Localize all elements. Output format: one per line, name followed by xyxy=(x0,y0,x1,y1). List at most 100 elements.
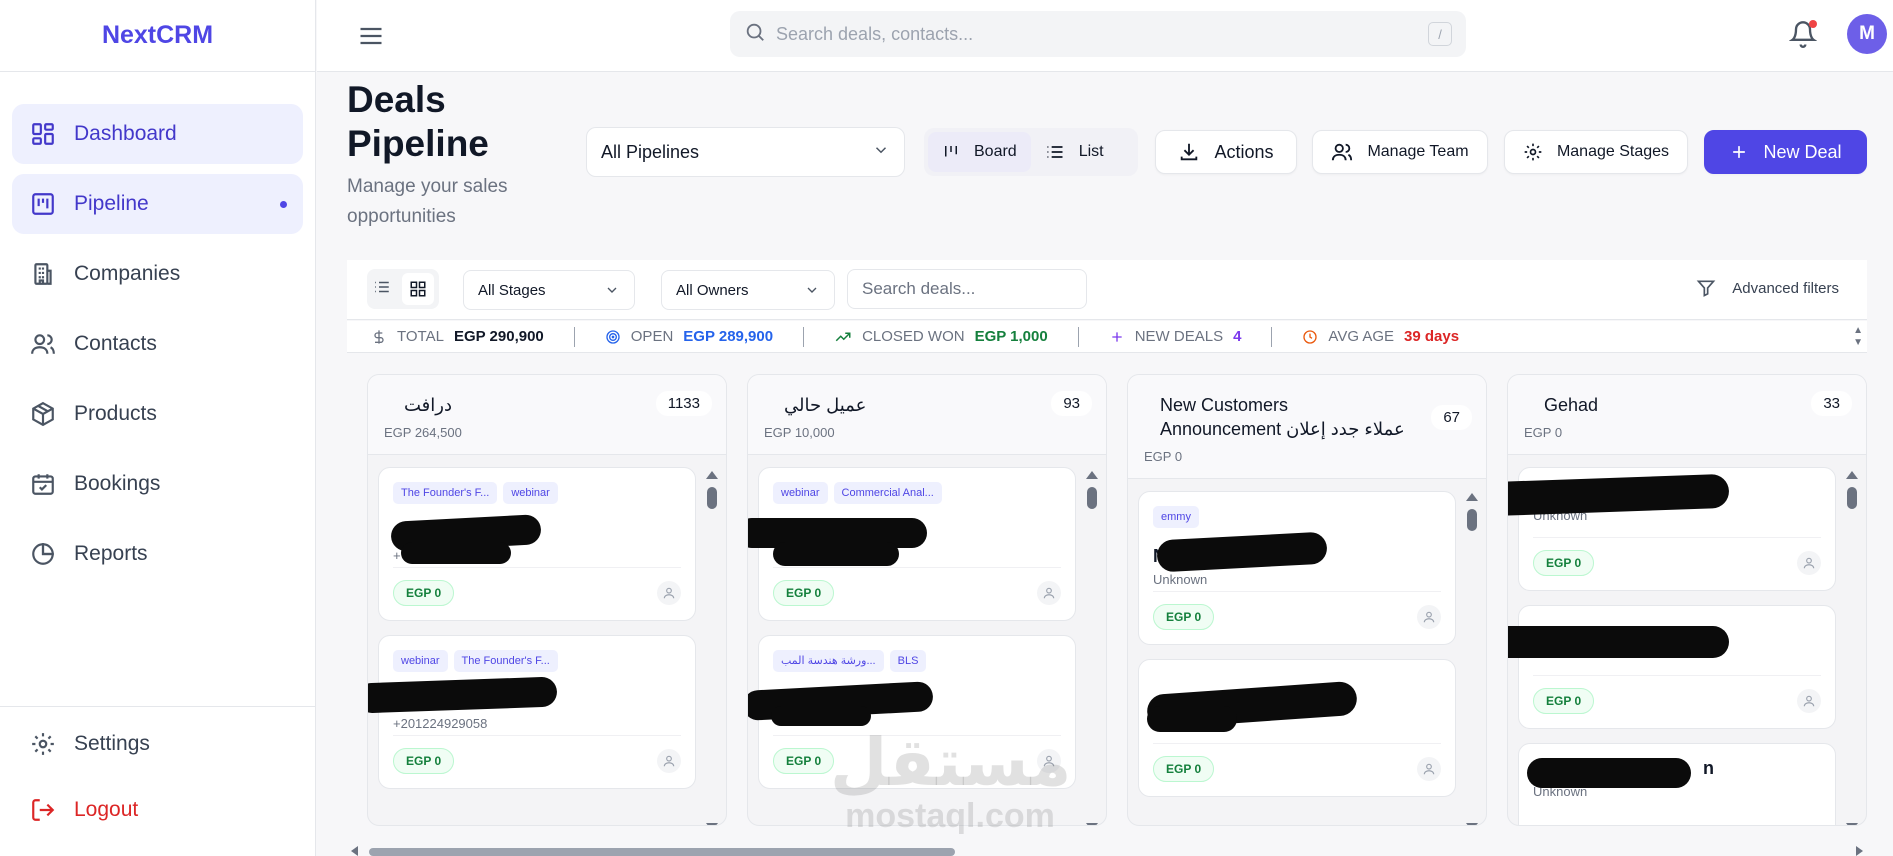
deal-card[interactable]: webinar Commercial Anal... EGP 0 xyxy=(748,467,1076,621)
column-scrollbar[interactable] xyxy=(1086,471,1098,825)
user-icon[interactable] xyxy=(1037,749,1061,773)
chevron-down-icon xyxy=(807,287,817,293)
stage-amount: EGP 264,500 xyxy=(384,425,462,440)
avatar[interactable]: M xyxy=(1847,14,1887,54)
sidebar-item-bookings[interactable]: Bookings xyxy=(12,454,303,514)
stage-filter-value: All Stages xyxy=(478,281,546,299)
stat-label: NEW DEALS xyxy=(1134,328,1224,345)
tag-list: webinar Commercial Anal... xyxy=(773,482,1061,504)
stage-amount: EGP 0 xyxy=(1144,449,1183,464)
deal-card[interactable]: Unknown EGP 0 xyxy=(1508,467,1836,591)
redaction-mark xyxy=(1527,758,1691,788)
manage-stages-button[interactable]: Manage Stages xyxy=(1504,130,1688,174)
calendar-check-icon xyxy=(28,469,58,499)
sidebar-item-products[interactable]: Products xyxy=(12,384,303,444)
advanced-filters-button[interactable]: Advanced filters xyxy=(1696,278,1839,298)
stage-header: عميل حالي EGP 10,000 93 xyxy=(748,375,1106,455)
sidebar-item-reports[interactable]: Reports xyxy=(12,524,303,584)
stage-count-badge: 93 xyxy=(1051,391,1092,416)
trending-up-icon xyxy=(835,332,851,341)
user-icon[interactable] xyxy=(657,749,681,773)
sidebar-item-label: Pipeline xyxy=(74,192,149,215)
column-scrollbar[interactable] xyxy=(706,471,718,825)
sidebar-item-settings[interactable]: Settings xyxy=(12,717,303,771)
sidebar-item-pipeline[interactable]: Pipeline xyxy=(12,174,303,234)
view-list-button[interactable]: List xyxy=(1031,132,1118,172)
target-icon xyxy=(606,329,620,344)
user-icon[interactable] xyxy=(1417,757,1441,781)
list-icon xyxy=(374,281,389,292)
stats-scroll-arrows[interactable]: ▲ ▼ xyxy=(1853,325,1863,349)
column-scrollbar[interactable] xyxy=(1846,471,1858,825)
sidebar-item-logout[interactable]: Logout xyxy=(12,783,303,837)
stat-total: TOTAL EGP 290,900 xyxy=(371,328,544,345)
search-shortcut-badge: / xyxy=(1428,22,1452,46)
pipeline-select-value: All Pipelines xyxy=(601,141,700,162)
manage-team-label: Manage Team xyxy=(1367,143,1469,160)
sidebar-item-label: Settings xyxy=(74,732,150,755)
owner-filter-select[interactable]: All Owners xyxy=(661,270,835,310)
plus-icon xyxy=(1112,331,1122,342)
board-horizontal-scrollbar[interactable] xyxy=(347,844,1867,856)
redaction-mark xyxy=(773,542,899,566)
sidebar-item-label: Contacts xyxy=(74,332,157,355)
stats-bar: TOTAL EGP 290,900 OPEN EGP 289,900 CLOSE… xyxy=(347,321,1867,353)
deal-footer: EGP 0 xyxy=(1153,591,1441,630)
deal-card[interactable]: Unknown EGP 0 xyxy=(1508,605,1836,729)
pipeline-select[interactable]: All Pipelines xyxy=(586,127,905,177)
deal-footer: EGP 0 xyxy=(393,567,681,606)
sidebar-item-contacts[interactable]: Contacts xyxy=(12,314,303,374)
sidebar-footer: Settings Logout xyxy=(0,706,315,849)
deal-footer: EGP 0 xyxy=(1533,675,1821,714)
scroll-left-arrow[interactable] xyxy=(351,846,358,856)
deal-card[interactable]: webinar The Founder's F... +201224929058… xyxy=(368,635,696,789)
grid-view-toggle[interactable] xyxy=(401,273,434,305)
list-icon xyxy=(1047,146,1063,158)
tag: webinar xyxy=(393,650,448,672)
deal-amount: EGP 0 xyxy=(773,580,835,606)
stage-amount: EGP 10,000 xyxy=(764,425,835,440)
sidebar: NextCRM Dashboard Pipeline Companies Con… xyxy=(0,0,316,856)
deal-card[interactable]: emmy N Unknown EGP 0 xyxy=(1138,491,1456,645)
menu-toggle-icon[interactable] xyxy=(357,22,385,50)
scroll-right-arrow[interactable] xyxy=(1856,846,1863,856)
notifications-button[interactable] xyxy=(1788,20,1819,50)
deal-card[interactable]: ورشة هندسة المب... BLS EGP 0 xyxy=(748,635,1076,789)
deal-search-input[interactable]: Search deals... xyxy=(847,269,1087,309)
sidebar-item-companies[interactable]: Companies xyxy=(12,244,303,304)
new-deal-button[interactable]: New Deal xyxy=(1704,130,1867,174)
view-board-button[interactable]: Board xyxy=(928,132,1031,172)
tag: emmy xyxy=(1153,506,1199,528)
stage-count-badge: 33 xyxy=(1811,391,1852,416)
filter-icon xyxy=(1696,280,1716,297)
stage-filter-select[interactable]: All Stages xyxy=(463,270,635,310)
manage-team-button[interactable]: Manage Team xyxy=(1312,130,1488,174)
stat-label: TOTAL xyxy=(397,328,444,345)
stage-column: New Customers Announcement عملاء جدد إعل… xyxy=(1127,374,1487,826)
deal-amount: EGP 0 xyxy=(1533,688,1595,714)
deal-card[interactable]: The Founder's F... webinar + EGP 0 xyxy=(378,467,696,621)
brand-logo[interactable]: NextCRM xyxy=(0,0,315,72)
page-subtitle: Manage your sales opportunities xyxy=(347,176,508,227)
divider xyxy=(803,326,805,347)
deal-search-placeholder: Search deals... xyxy=(862,279,976,298)
user-icon[interactable] xyxy=(1797,689,1821,713)
tag-list: ورشة هندسة المب... BLS xyxy=(773,650,1061,672)
global-search-input[interactable]: Search deals, contacts... / xyxy=(730,11,1466,57)
actions-button[interactable]: Actions xyxy=(1155,130,1297,174)
column-scrollbar[interactable] xyxy=(1466,493,1478,825)
deal-card[interactable]: n Unknown xyxy=(1518,743,1836,825)
stage-count-badge: 67 xyxy=(1431,405,1472,430)
deal-card[interactable]: EGP 0 xyxy=(1138,659,1456,797)
sidebar-item-dashboard[interactable]: Dashboard xyxy=(12,104,303,164)
deal-amount: EGP 0 xyxy=(393,580,455,606)
gear-icon xyxy=(1524,143,1542,161)
deal-list: webinar Commercial Anal... EGP 0 ورشة هن… xyxy=(748,455,1106,789)
scroll-thumb[interactable] xyxy=(369,848,955,856)
user-icon[interactable] xyxy=(1417,605,1441,629)
deal-footer: EGP 0 xyxy=(393,735,681,774)
user-icon[interactable] xyxy=(1037,581,1061,605)
compact-list-toggle[interactable] xyxy=(373,278,391,301)
user-icon[interactable] xyxy=(657,581,681,605)
user-icon[interactable] xyxy=(1797,551,1821,575)
